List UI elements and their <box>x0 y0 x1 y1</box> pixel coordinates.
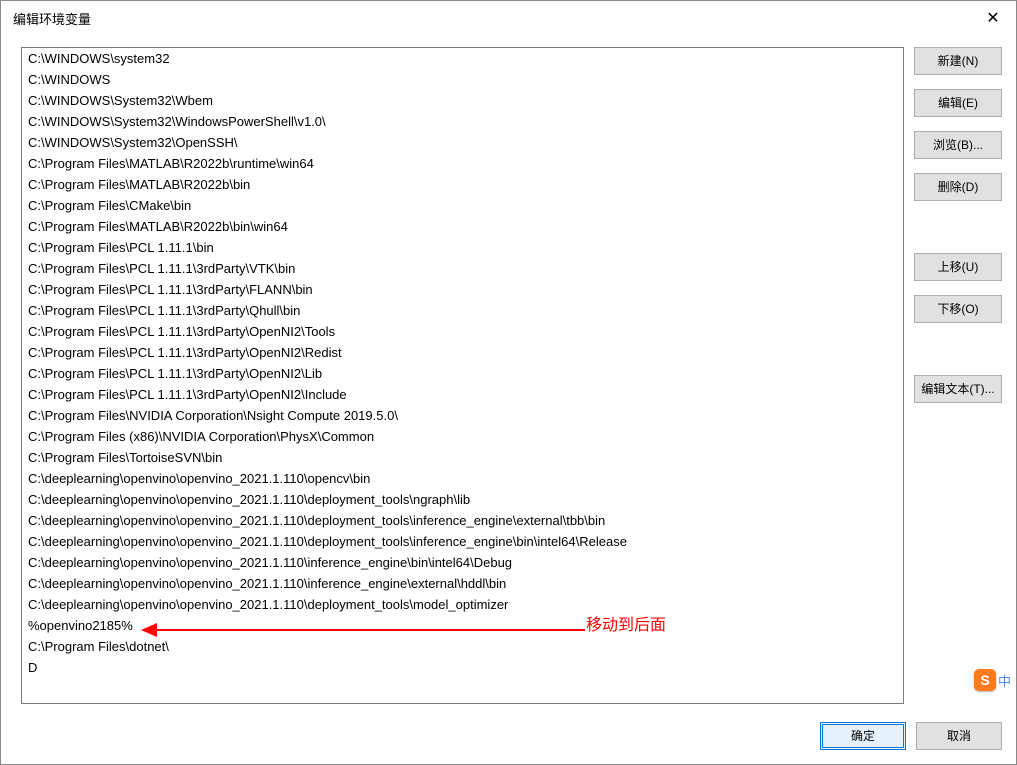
edit-button[interactable]: 编辑(E) <box>914 89 1002 117</box>
move-up-button[interactable]: 上移(U) <box>914 253 1002 281</box>
list-item[interactable]: C:\deeplearning\openvino\openvino_2021.1… <box>22 573 903 594</box>
list-item[interactable]: C:\deeplearning\openvino\openvino_2021.1… <box>22 531 903 552</box>
list-item[interactable]: C:\Program Files\PCL 1.11.1\3rdParty\Ope… <box>22 363 903 384</box>
list-item[interactable]: C:\Program Files\NVIDIA Corporation\Nsig… <box>22 405 903 426</box>
list-item[interactable]: C:\Program Files\MATLAB\R2022b\bin\win64 <box>22 216 903 237</box>
list-item[interactable]: C:\WINDOWS\System32\Wbem <box>22 90 903 111</box>
list-item[interactable]: C:\deeplearning\openvino\openvino_2021.1… <box>22 489 903 510</box>
list-item[interactable]: C:\deeplearning\openvino\openvino_2021.1… <box>22 552 903 573</box>
list-item[interactable]: D <box>22 657 903 678</box>
cancel-button[interactable]: 取消 <box>916 722 1002 750</box>
list-item[interactable]: C:\Program Files\PCL 1.11.1\3rdParty\VTK… <box>22 258 903 279</box>
list-item[interactable]: C:\Program Files\CMake\bin <box>22 195 903 216</box>
list-item[interactable]: C:\Program Files\PCL 1.11.1\3rdParty\Ope… <box>22 342 903 363</box>
delete-button[interactable]: 删除(D) <box>914 173 1002 201</box>
list-item[interactable]: %openvino2185% <box>22 615 903 636</box>
list-item[interactable]: C:\Program Files\MATLAB\R2022b\runtime\w… <box>22 153 903 174</box>
browse-button[interactable]: 浏览(B)... <box>914 131 1002 159</box>
list-item[interactable]: C:\Program Files\PCL 1.11.1\bin <box>22 237 903 258</box>
list-item[interactable]: C:\Program Files\dotnet\ <box>22 636 903 657</box>
close-icon[interactable]: ✕ <box>978 3 1008 33</box>
edit-text-button[interactable]: 编辑文本(T)... <box>914 375 1002 403</box>
ok-button[interactable]: 确定 <box>820 722 906 750</box>
list-item[interactable]: C:\WINDOWS\system32 <box>22 48 903 69</box>
list-item[interactable]: C:\WINDOWS\System32\OpenSSH\ <box>22 132 903 153</box>
list-item[interactable]: C:\deeplearning\openvino\openvino_2021.1… <box>22 510 903 531</box>
list-item[interactable]: C:\Program Files\PCL 1.11.1\3rdParty\Ope… <box>22 321 903 342</box>
ime-mode: 中 <box>998 671 1011 690</box>
list-item[interactable]: C:\WINDOWS <box>22 69 903 90</box>
list-item[interactable]: C:\Program Files\PCL 1.11.1\3rdParty\Qhu… <box>22 300 903 321</box>
list-item[interactable]: C:\deeplearning\openvino\openvino_2021.1… <box>22 468 903 489</box>
list-item[interactable]: C:\WINDOWS\System32\WindowsPowerShell\v1… <box>22 111 903 132</box>
ime-indicator[interactable]: S 中 <box>974 666 1016 694</box>
path-listbox[interactable]: C:\WINDOWS\system32C:\WINDOWSC:\WINDOWS\… <box>21 47 904 704</box>
dialog-footer: 确定 取消 <box>820 722 1002 750</box>
new-button[interactable]: 新建(N) <box>914 47 1002 75</box>
list-item[interactable]: C:\Program Files (x86)\NVIDIA Corporatio… <box>22 426 903 447</box>
list-item[interactable]: C:\Program Files\TortoiseSVN\bin <box>22 447 903 468</box>
action-sidebar: 新建(N) 编辑(E) 浏览(B)... 删除(D) 上移(U) 下移(O) 编… <box>914 47 1002 403</box>
list-item[interactable]: C:\Program Files\MATLAB\R2022b\bin <box>22 174 903 195</box>
sogou-icon: S <box>974 669 996 691</box>
move-down-button[interactable]: 下移(O) <box>914 295 1002 323</box>
list-item[interactable]: C:\Program Files\PCL 1.11.1\3rdParty\Ope… <box>22 384 903 405</box>
window-title: 编辑环境变量 <box>13 9 91 28</box>
list-item[interactable]: C:\deeplearning\openvino\openvino_2021.1… <box>22 594 903 615</box>
list-item[interactable]: C:\Program Files\PCL 1.11.1\3rdParty\FLA… <box>22 279 903 300</box>
